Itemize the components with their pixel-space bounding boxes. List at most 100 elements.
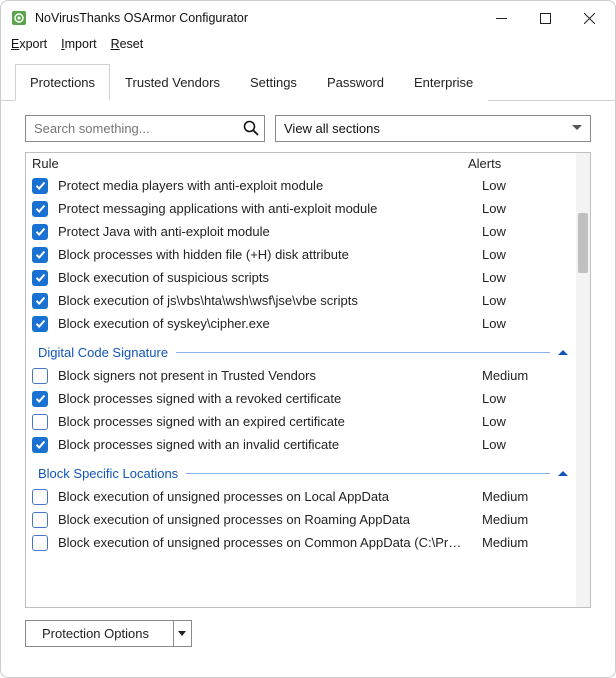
- rule-row[interactable]: Block execution of js\vbs\hta\wsh\wsf\js…: [26, 289, 576, 312]
- rule-label: Block signers not present in Trusted Ven…: [58, 368, 482, 383]
- rule-alert-level: Low: [482, 437, 568, 452]
- rule-alert-level: Low: [482, 224, 568, 239]
- section-filter-value: View all sections: [284, 121, 380, 136]
- rule-alert-level: Low: [482, 270, 568, 285]
- titlebar: NoVirusThanks OSArmor Configurator: [1, 1, 615, 35]
- rules-list: Rule Alerts Protect media players with a…: [26, 153, 576, 607]
- rule-alert-level: Low: [482, 391, 568, 406]
- rule-checkbox[interactable]: [32, 535, 48, 551]
- rule-label: Block processes signed with a revoked ce…: [58, 391, 482, 406]
- rule-checkbox[interactable]: [32, 512, 48, 528]
- rule-label: Block execution of unsigned processes on…: [58, 489, 482, 504]
- rule-row[interactable]: Block execution of unsigned processes on…: [26, 508, 576, 531]
- rule-checkbox[interactable]: [32, 178, 48, 194]
- rule-checkbox[interactable]: [32, 270, 48, 286]
- rule-alert-level: Low: [482, 247, 568, 262]
- protection-options-button[interactable]: Protection Options: [25, 620, 192, 647]
- rule-row[interactable]: Block execution of unsigned processes on…: [26, 531, 576, 554]
- chevron-up-icon: [558, 350, 568, 355]
- tab-password[interactable]: Password: [312, 64, 399, 101]
- rule-checkbox[interactable]: [32, 201, 48, 217]
- window-title: NoVirusThanks OSArmor Configurator: [35, 11, 479, 25]
- rule-row[interactable]: Protect Java with anti-exploit moduleLow: [26, 220, 576, 243]
- menu-import[interactable]: Import: [61, 37, 96, 51]
- rule-alert-level: Medium: [482, 535, 568, 550]
- rule-alert-level: Low: [482, 201, 568, 216]
- rule-checkbox[interactable]: [32, 489, 48, 505]
- rule-row[interactable]: Block processes signed with a revoked ce…: [26, 387, 576, 410]
- rule-checkbox[interactable]: [32, 224, 48, 240]
- rule-label: Protect Java with anti-exploit module: [58, 224, 482, 239]
- tab-settings[interactable]: Settings: [235, 64, 312, 101]
- rule-label: Block execution of syskey\cipher.exe: [58, 316, 482, 331]
- section-divider: [176, 352, 550, 353]
- rules-panel: Rule Alerts Protect media players with a…: [25, 152, 591, 608]
- maximize-button[interactable]: [523, 3, 567, 33]
- rule-alert-level: Low: [482, 293, 568, 308]
- section-filter-select[interactable]: View all sections: [275, 115, 591, 142]
- app-icon: [11, 10, 27, 26]
- section-digital-code-signature[interactable]: Digital Code Signature: [26, 335, 576, 364]
- protection-options-label: Protection Options: [26, 626, 173, 641]
- rule-row[interactable]: Block execution of suspicious scriptsLow: [26, 266, 576, 289]
- rule-alert-level: Medium: [482, 368, 568, 383]
- rule-checkbox[interactable]: [32, 368, 48, 384]
- scrollbar-thumb[interactable]: [578, 213, 588, 273]
- tab-trusted-vendors[interactable]: Trusted Vendors: [110, 64, 235, 101]
- rule-label: Block execution of unsigned processes on…: [58, 512, 482, 527]
- section-label: Block Specific Locations: [38, 466, 178, 481]
- rule-alert-level: Low: [482, 316, 568, 331]
- tabstrip: Protections Trusted Vendors Settings Pas…: [1, 63, 615, 101]
- search-icon[interactable]: [243, 120, 259, 136]
- rule-row[interactable]: Block processes signed with an expired c…: [26, 410, 576, 433]
- rule-row[interactable]: Block execution of syskey\cipher.exeLow: [26, 312, 576, 335]
- section-divider: [186, 473, 550, 474]
- chevron-down-icon: [178, 631, 186, 636]
- menu-reset[interactable]: Reset: [111, 37, 144, 51]
- column-rule[interactable]: Rule: [32, 156, 468, 171]
- section-label: Digital Code Signature: [38, 345, 168, 360]
- close-button[interactable]: [567, 3, 611, 33]
- rule-checkbox[interactable]: [32, 316, 48, 332]
- rule-alert-level: Low: [482, 414, 568, 429]
- scrollbar-track[interactable]: [576, 153, 590, 607]
- chevron-down-icon: [572, 125, 582, 130]
- rule-label: Protect media players with anti-exploit …: [58, 178, 482, 193]
- rule-checkbox[interactable]: [32, 391, 48, 407]
- rule-row[interactable]: Block execution of unsigned processes on…: [26, 485, 576, 508]
- column-headers: Rule Alerts: [26, 153, 576, 174]
- menubar: Export Import Reset: [1, 35, 615, 57]
- rule-alert-level: Medium: [482, 489, 568, 504]
- toolbar: View all sections: [1, 101, 615, 152]
- menu-export[interactable]: Export: [11, 37, 47, 51]
- bottom-bar: Protection Options: [1, 608, 615, 659]
- rule-row[interactable]: Block processes with hidden file (+H) di…: [26, 243, 576, 266]
- column-alerts[interactable]: Alerts: [468, 156, 568, 171]
- tab-enterprise[interactable]: Enterprise: [399, 64, 488, 101]
- search-wrap: [25, 115, 265, 142]
- protection-options-dropdown[interactable]: [173, 621, 191, 646]
- rule-label: Block execution of unsigned processes on…: [58, 535, 482, 550]
- rule-checkbox[interactable]: [32, 437, 48, 453]
- rule-alert-level: Medium: [482, 512, 568, 527]
- section-block-specific-locations[interactable]: Block Specific Locations: [26, 456, 576, 485]
- rule-row[interactable]: Block signers not present in Trusted Ven…: [26, 364, 576, 387]
- rule-checkbox[interactable]: [32, 414, 48, 430]
- rule-label: Block execution of suspicious scripts: [58, 270, 482, 285]
- rule-label: Block execution of js\vbs\hta\wsh\wsf\js…: [58, 293, 482, 308]
- rule-label: Block processes with hidden file (+H) di…: [58, 247, 482, 262]
- chevron-up-icon: [558, 471, 568, 476]
- rule-row[interactable]: Protect messaging applications with anti…: [26, 197, 576, 220]
- minimize-button[interactable]: [479, 3, 523, 33]
- rule-row[interactable]: Block processes signed with an invalid c…: [26, 433, 576, 456]
- tab-protections[interactable]: Protections: [15, 64, 110, 101]
- window-controls: [479, 3, 611, 33]
- rule-checkbox[interactable]: [32, 247, 48, 263]
- rule-alert-level: Low: [482, 178, 568, 193]
- rule-checkbox[interactable]: [32, 293, 48, 309]
- search-input[interactable]: [25, 115, 265, 142]
- rule-label: Block processes signed with an expired c…: [58, 414, 482, 429]
- rule-label: Protect messaging applications with anti…: [58, 201, 482, 216]
- rule-row[interactable]: Protect media players with anti-exploit …: [26, 174, 576, 197]
- rule-label: Block processes signed with an invalid c…: [58, 437, 482, 452]
